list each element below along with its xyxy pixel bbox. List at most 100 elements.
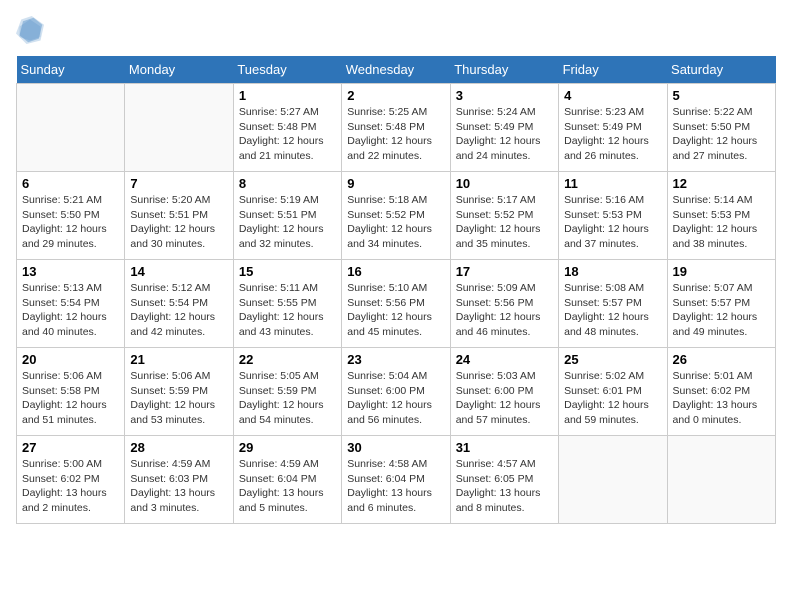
- day-number: 6: [22, 176, 119, 191]
- day-info: Sunrise: 5:21 AMSunset: 5:50 PMDaylight:…: [22, 193, 119, 252]
- day-number: 29: [239, 440, 336, 455]
- calendar-cell: 7 Sunrise: 5:20 AMSunset: 5:51 PMDaylight…: [125, 172, 233, 260]
- calendar-cell: [559, 436, 667, 524]
- day-info: Sunrise: 5:16 AMSunset: 5:53 PMDaylight:…: [564, 193, 661, 252]
- calendar-cell: 10 Sunrise: 5:17 AMSunset: 5:52 PMDayligh…: [450, 172, 558, 260]
- day-number: 18: [564, 264, 661, 279]
- calendar-cell: 4 Sunrise: 5:23 AMSunset: 5:49 PMDaylight…: [559, 84, 667, 172]
- weekday-header-tuesday: Tuesday: [233, 56, 341, 84]
- calendar-cell: 1 Sunrise: 5:27 AMSunset: 5:48 PMDaylight…: [233, 84, 341, 172]
- day-number: 20: [22, 352, 119, 367]
- day-info: Sunrise: 5:12 AMSunset: 5:54 PMDaylight:…: [130, 281, 227, 340]
- day-number: 7: [130, 176, 227, 191]
- day-info: Sunrise: 4:57 AMSunset: 6:05 PMDaylight:…: [456, 457, 553, 516]
- day-info: Sunrise: 5:18 AMSunset: 5:52 PMDaylight:…: [347, 193, 444, 252]
- day-info: Sunrise: 5:23 AMSunset: 5:49 PMDaylight:…: [564, 105, 661, 164]
- calendar-cell: 16 Sunrise: 5:10 AMSunset: 5:56 PMDayligh…: [342, 260, 450, 348]
- day-info: Sunrise: 5:24 AMSunset: 5:49 PMDaylight:…: [456, 105, 553, 164]
- day-number: 16: [347, 264, 444, 279]
- calendar-cell: 26 Sunrise: 5:01 AMSunset: 6:02 PMDayligh…: [667, 348, 775, 436]
- day-info: Sunrise: 5:08 AMSunset: 5:57 PMDaylight:…: [564, 281, 661, 340]
- day-number: 23: [347, 352, 444, 367]
- weekday-header-saturday: Saturday: [667, 56, 775, 84]
- day-number: 3: [456, 88, 553, 103]
- calendar-cell: 31 Sunrise: 4:57 AMSunset: 6:05 PMDayligh…: [450, 436, 558, 524]
- calendar-cell: 14 Sunrise: 5:12 AMSunset: 5:54 PMDayligh…: [125, 260, 233, 348]
- day-info: Sunrise: 5:02 AMSunset: 6:01 PMDaylight:…: [564, 369, 661, 428]
- day-number: 22: [239, 352, 336, 367]
- calendar-cell: 9 Sunrise: 5:18 AMSunset: 5:52 PMDaylight…: [342, 172, 450, 260]
- day-number: 14: [130, 264, 227, 279]
- calendar-cell: 23 Sunrise: 5:04 AMSunset: 6:00 PMDayligh…: [342, 348, 450, 436]
- day-number: 27: [22, 440, 119, 455]
- page-header: [16, 16, 776, 44]
- day-number: 30: [347, 440, 444, 455]
- calendar-cell: 2Sunrise: 5:25 AMSunset: 5:48 PMDaylight…: [342, 84, 450, 172]
- day-number: 1: [239, 88, 336, 103]
- calendar-cell: 19 Sunrise: 5:07 AMSunset: 5:57 PMDayligh…: [667, 260, 775, 348]
- day-info: Sunrise: 5:25 AMSunset: 5:48 PMDaylight:…: [347, 105, 444, 164]
- calendar-cell: [125, 84, 233, 172]
- day-number: 5: [673, 88, 770, 103]
- day-info: Sunrise: 5:03 AMSunset: 6:00 PMDaylight:…: [456, 369, 553, 428]
- day-number: 19: [673, 264, 770, 279]
- day-number: 4: [564, 88, 661, 103]
- calendar-cell: 24 Sunrise: 5:03 AMSunset: 6:00 PMDayligh…: [450, 348, 558, 436]
- calendar-cell: 15Sunrise: 5:11 AMSunset: 5:55 PMDayligh…: [233, 260, 341, 348]
- day-info: Sunrise: 5:20 AMSunset: 5:51 PMDaylight:…: [130, 193, 227, 252]
- weekday-header-friday: Friday: [559, 56, 667, 84]
- day-number: 13: [22, 264, 119, 279]
- calendar-cell: 27 Sunrise: 5:00 AMSunset: 6:02 PMDayligh…: [17, 436, 125, 524]
- day-number: 12: [673, 176, 770, 191]
- calendar-cell: 20 Sunrise: 5:06 AMSunset: 5:58 PMDayligh…: [17, 348, 125, 436]
- weekday-header-wednesday: Wednesday: [342, 56, 450, 84]
- calendar-cell: 13 Sunrise: 5:13 AMSunset: 5:54 PMDayligh…: [17, 260, 125, 348]
- calendar-cell: [667, 436, 775, 524]
- day-number: 28: [130, 440, 227, 455]
- day-info: Sunrise: 4:58 AMSunset: 6:04 PMDaylight:…: [347, 457, 444, 516]
- calendar-week-1: 1 Sunrise: 5:27 AMSunset: 5:48 PMDaylight…: [17, 84, 776, 172]
- day-number: 31: [456, 440, 553, 455]
- logo: [16, 16, 48, 44]
- day-info: Sunrise: 5:14 AMSunset: 5:53 PMDaylight:…: [673, 193, 770, 252]
- calendar-week-2: 6 Sunrise: 5:21 AMSunset: 5:50 PMDaylight…: [17, 172, 776, 260]
- calendar-cell: 25 Sunrise: 5:02 AMSunset: 6:01 PMDayligh…: [559, 348, 667, 436]
- day-number: 11: [564, 176, 661, 191]
- day-info: Sunrise: 5:00 AMSunset: 6:02 PMDaylight:…: [22, 457, 119, 516]
- calendar-cell: 5 Sunrise: 5:22 AMSunset: 5:50 PMDaylight…: [667, 84, 775, 172]
- calendar-cell: 22 Sunrise: 5:05 AMSunset: 5:59 PMDayligh…: [233, 348, 341, 436]
- day-info: Sunrise: 5:13 AMSunset: 5:54 PMDaylight:…: [22, 281, 119, 340]
- day-info: Sunrise: 5:10 AMSunset: 5:56 PMDaylight:…: [347, 281, 444, 340]
- day-info: Sunrise: 5:07 AMSunset: 5:57 PMDaylight:…: [673, 281, 770, 340]
- day-number: 24: [456, 352, 553, 367]
- calendar-table: SundayMondayTuesdayWednesdayThursdayFrid…: [16, 56, 776, 524]
- calendar-cell: 21 Sunrise: 5:06 AMSunset: 5:59 PMDayligh…: [125, 348, 233, 436]
- day-number: 10: [456, 176, 553, 191]
- day-info: Sunrise: 5:06 AMSunset: 5:58 PMDaylight:…: [22, 369, 119, 428]
- day-number: 17: [456, 264, 553, 279]
- calendar-cell: 12 Sunrise: 5:14 AMSunset: 5:53 PMDayligh…: [667, 172, 775, 260]
- day-info: Sunrise: 4:59 AMSunset: 6:04 PMDaylight:…: [239, 457, 336, 516]
- day-number: 15: [239, 264, 336, 279]
- calendar-cell: 18 Sunrise: 5:08 AMSunset: 5:57 PMDayligh…: [559, 260, 667, 348]
- day-info: Sunrise: 5:01 AMSunset: 6:02 PMDaylight:…: [673, 369, 770, 428]
- day-info: Sunrise: 5:05 AMSunset: 5:59 PMDaylight:…: [239, 369, 336, 428]
- day-info: Sunrise: 5:06 AMSunset: 5:59 PMDaylight:…: [130, 369, 227, 428]
- day-number: 26: [673, 352, 770, 367]
- calendar-week-4: 20 Sunrise: 5:06 AMSunset: 5:58 PMDayligh…: [17, 348, 776, 436]
- day-number: 9: [347, 176, 444, 191]
- day-info: Sunrise: 5:27 AMSunset: 5:48 PMDaylight:…: [239, 105, 336, 164]
- day-info: Sunrise: 5:17 AMSunset: 5:52 PMDaylight:…: [456, 193, 553, 252]
- calendar-cell: 3 Sunrise: 5:24 AMSunset: 5:49 PMDaylight…: [450, 84, 558, 172]
- day-number: 25: [564, 352, 661, 367]
- calendar-cell: 11 Sunrise: 5:16 AMSunset: 5:53 PMDayligh…: [559, 172, 667, 260]
- weekday-header-monday: Monday: [125, 56, 233, 84]
- day-number: 21: [130, 352, 227, 367]
- day-info: Sunrise: 5:22 AMSunset: 5:50 PMDaylight:…: [673, 105, 770, 164]
- day-number: 8: [239, 176, 336, 191]
- calendar-week-5: 27 Sunrise: 5:00 AMSunset: 6:02 PMDayligh…: [17, 436, 776, 524]
- calendar-cell: 29 Sunrise: 4:59 AMSunset: 6:04 PMDayligh…: [233, 436, 341, 524]
- day-info: Sunrise: 4:59 AMSunset: 6:03 PMDaylight:…: [130, 457, 227, 516]
- day-info: Sunrise: 5:04 AMSunset: 6:00 PMDaylight:…: [347, 369, 444, 428]
- calendar-cell: [17, 84, 125, 172]
